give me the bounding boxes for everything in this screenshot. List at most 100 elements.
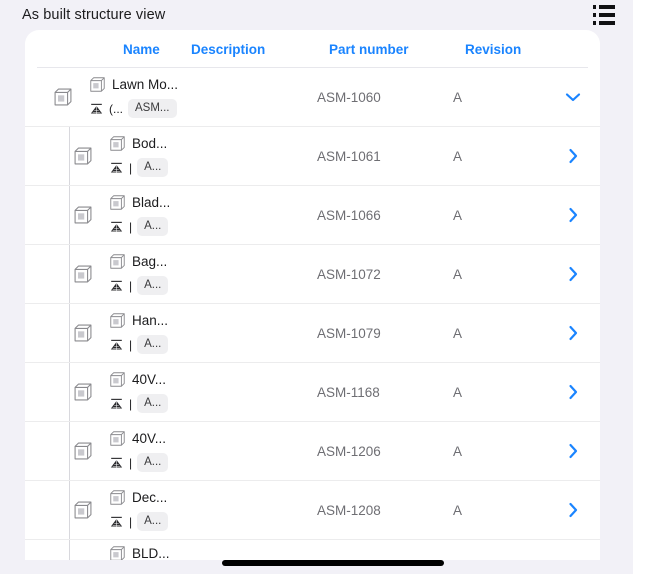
row-badge[interactable]: A... <box>137 335 169 354</box>
chevron-right-icon[interactable] <box>564 501 582 519</box>
row-cube-icon <box>53 87 73 107</box>
name-cube-icon <box>109 430 126 447</box>
page-title: As built structure view <box>22 7 166 23</box>
row-pyramid-icon <box>109 278 124 293</box>
chevron-right-icon[interactable] <box>564 383 582 401</box>
name-cell: 40V... | A... <box>109 422 169 480</box>
name-line: Bod... <box>109 134 168 154</box>
tree-guide-line <box>69 245 70 303</box>
column-header-name[interactable]: Name <box>123 42 160 57</box>
chevron-right-icon[interactable] <box>564 324 582 342</box>
name-cell: Bag... | A... <box>109 245 169 303</box>
row-revision: A <box>453 148 463 164</box>
table-row[interactable]: Dec... | A... ASM-1208 A <box>25 481 600 540</box>
meta-line: | A... <box>109 157 169 179</box>
row-cube-icon <box>73 441 93 461</box>
row-pyramid-icon <box>109 514 124 529</box>
chevron-right-icon[interactable] <box>564 265 582 283</box>
structure-table-body: Lawn Mo... (... ASM... ASM-1060 A Bod... | A… <box>25 68 600 560</box>
row-badge[interactable]: A... <box>137 453 169 472</box>
table-row[interactable]: Bag... | A... ASM-1072 A <box>25 245 600 304</box>
name-line: Blad... <box>109 193 170 213</box>
row-part-number: ASM-1079 <box>317 325 381 341</box>
tree-guide-line <box>69 481 70 539</box>
page-header: As built structure view <box>0 0 633 30</box>
row-badge[interactable]: ASM... <box>128 99 177 118</box>
meta-line: | A... <box>109 511 169 533</box>
row-pyramid-icon <box>109 160 124 175</box>
name-cube-icon <box>109 371 126 388</box>
name-cell: Lawn Mo... (... ASM... <box>89 68 178 126</box>
meta-line: | A... <box>109 393 169 415</box>
home-indicator <box>222 560 444 566</box>
right-side-panel <box>633 0 667 574</box>
list-view-icon-bar <box>599 21 615 25</box>
row-revision: A <box>453 207 463 223</box>
table-row[interactable]: BLD... <box>25 540 600 560</box>
table-row[interactable]: Bod... | A... ASM-1061 A <box>25 127 600 186</box>
tree-guide-line <box>69 422 70 480</box>
tree-guide-line <box>69 186 70 244</box>
column-header-revision[interactable]: Revision <box>465 42 521 57</box>
row-cube-icon <box>73 264 93 284</box>
name-cube-icon <box>109 194 126 211</box>
meta-line: | A... <box>109 275 169 297</box>
name-line: Dec... <box>109 488 168 508</box>
name-line: Han... <box>109 311 168 331</box>
chevron-right-icon[interactable] <box>564 206 582 224</box>
row-part-number: ASM-1060 <box>317 89 381 105</box>
row-badge[interactable]: A... <box>137 158 169 177</box>
name-cell: BLD... <box>109 540 170 560</box>
row-part-number: ASM-1168 <box>317 384 380 400</box>
table-row[interactable]: Blad... | A... ASM-1066 A <box>25 186 600 245</box>
list-view-icon-dot <box>593 21 596 25</box>
list-view-icon-row <box>593 13 615 17</box>
row-revision: A <box>453 266 463 282</box>
list-view-icon-bar <box>599 13 615 17</box>
name-line: 40V... <box>109 429 168 449</box>
row-part-number: ASM-1206 <box>317 443 381 459</box>
row-pyramid-icon <box>109 337 124 352</box>
column-header-description[interactable]: Description <box>191 42 265 57</box>
chevron-down-icon[interactable] <box>564 88 582 106</box>
row-badge[interactable]: A... <box>137 394 169 413</box>
tree-guide-line <box>69 540 70 560</box>
list-view-icon[interactable] <box>593 5 615 25</box>
list-view-icon-dot <box>593 13 596 17</box>
list-view-icon-bar <box>599 5 615 9</box>
row-badge[interactable]: A... <box>137 512 169 531</box>
row-pyramid-icon <box>109 219 124 234</box>
row-revision: A <box>453 502 463 518</box>
row-badge[interactable]: A... <box>137 217 169 236</box>
chevron-right-icon[interactable] <box>564 147 582 165</box>
row-meta-prefix: (... <box>109 101 123 116</box>
chevron-right-icon[interactable] <box>564 442 582 460</box>
table-row[interactable]: 40V... | A... ASM-1206 A <box>25 422 600 481</box>
table-row[interactable]: Han... | A... ASM-1079 A <box>25 304 600 363</box>
row-meta-prefix: | <box>129 219 133 234</box>
tree-guide-line <box>69 363 70 421</box>
row-cube-icon <box>73 382 93 402</box>
table-row[interactable]: 40V... | A... ASM-1168 A <box>25 363 600 422</box>
name-cell: 40V... | A... <box>109 363 169 421</box>
row-name: 40V... <box>132 431 167 446</box>
row-part-number: ASM-1072 <box>317 266 381 282</box>
row-badge[interactable]: A... <box>137 276 169 295</box>
row-part-number: ASM-1208 <box>317 502 381 518</box>
table-row[interactable]: Lawn Mo... (... ASM... ASM-1060 A <box>25 68 600 127</box>
column-header-part-number[interactable]: Part number <box>329 42 409 57</box>
row-part-number: ASM-1061 <box>317 148 381 164</box>
name-cell: Dec... | A... <box>109 481 169 539</box>
tree-guide-line <box>69 304 70 362</box>
list-view-icon-row <box>593 21 615 25</box>
meta-line: | A... <box>109 334 169 356</box>
name-cube-icon <box>109 545 126 560</box>
row-meta-prefix: | <box>129 337 133 352</box>
name-cell: Han... | A... <box>109 304 169 362</box>
row-revision: A <box>453 89 463 105</box>
name-cell: Blad... | A... <box>109 186 170 244</box>
row-name: Blad... <box>132 195 171 210</box>
structure-table-card: Name Description Part number Revision La… <box>25 30 600 560</box>
row-pyramid-icon <box>109 455 124 470</box>
row-cube-icon <box>73 146 93 166</box>
